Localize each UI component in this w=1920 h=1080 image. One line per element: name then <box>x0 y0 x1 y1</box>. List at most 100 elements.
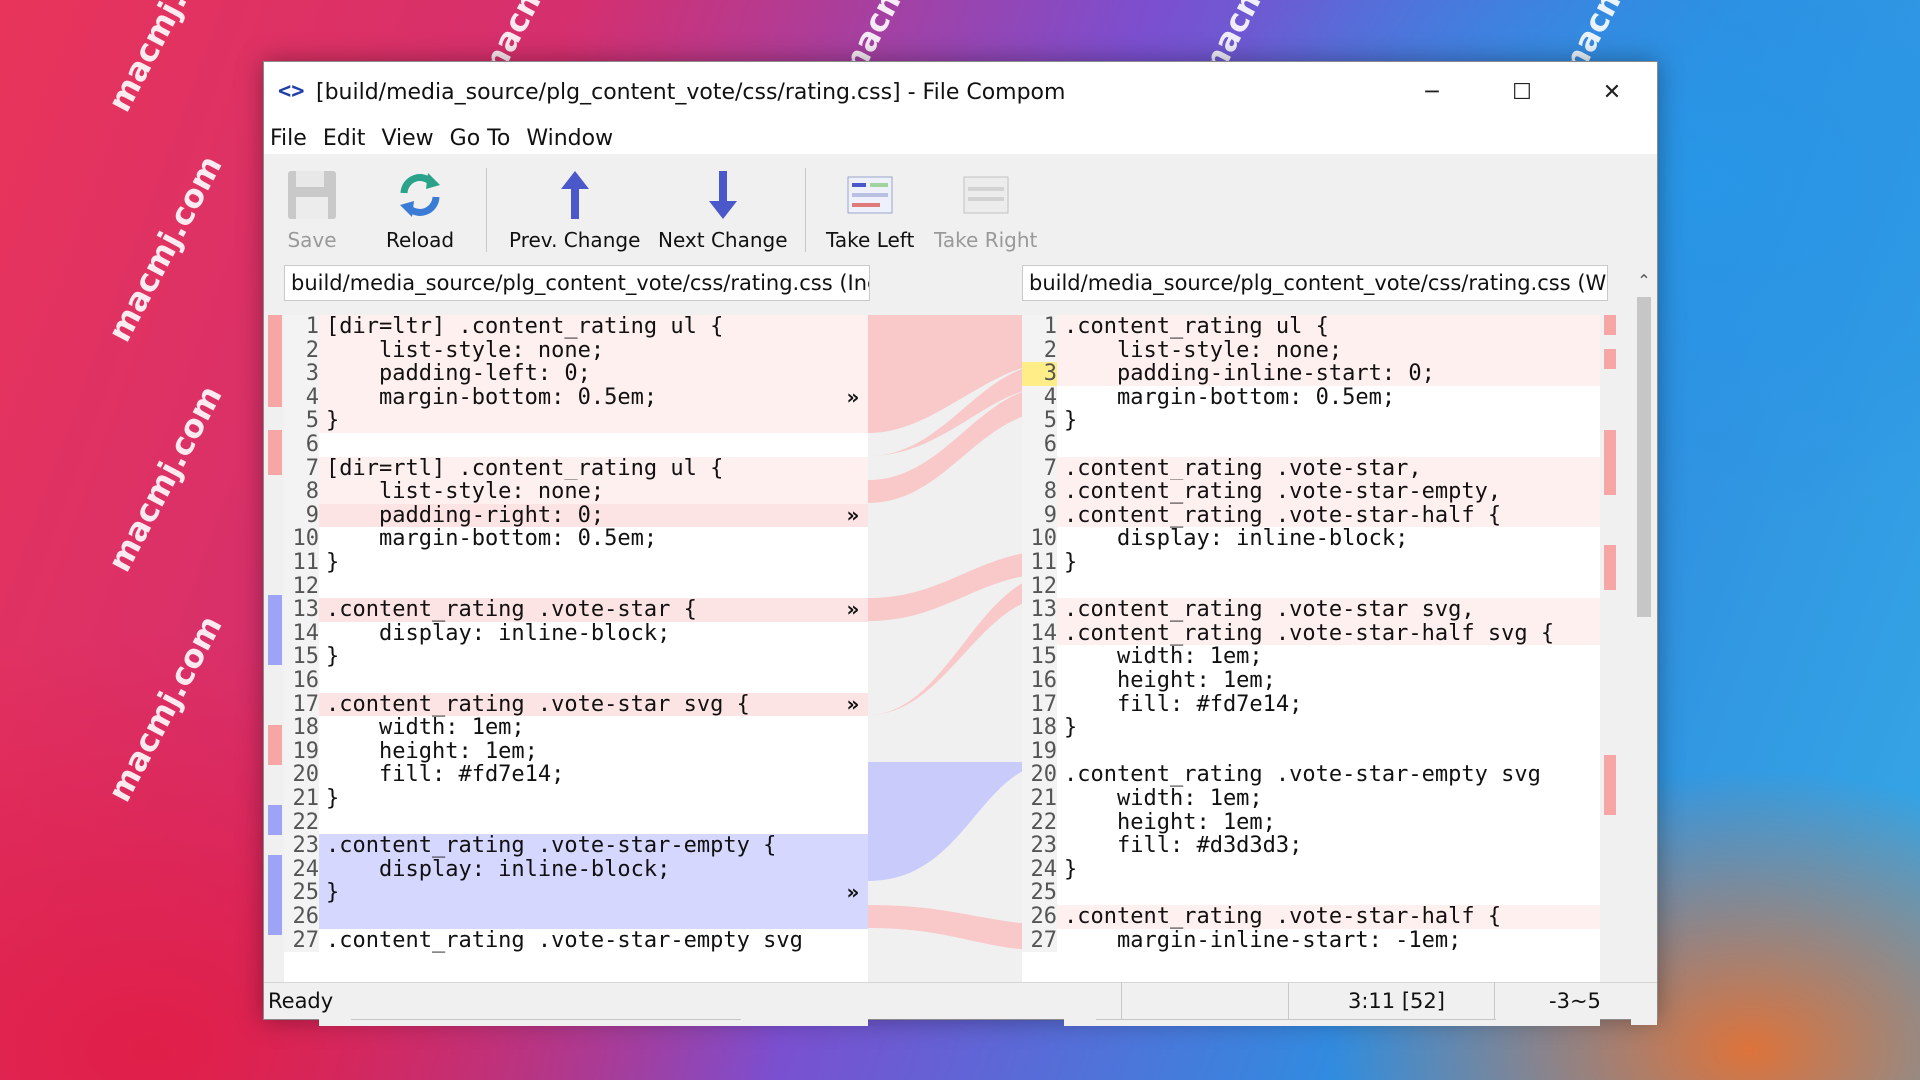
save-button[interactable]: Save <box>282 166 342 256</box>
right-code-line[interactable]: 13 .content_rating .vote-star svg, <box>1022 598 1600 622</box>
next-change-button[interactable]: Next Change <box>658 166 788 256</box>
right-code-line[interactable]: 25 <box>1022 881 1600 905</box>
status-bar: Ready 3:11 [52] -3~5 <box>264 982 1657 1019</box>
menu-file[interactable]: File <box>270 126 307 151</box>
right-code-line[interactable]: 20 .content_rating .vote-star-empty svg <box>1022 763 1600 787</box>
right-code-line[interactable]: 6 <box>1022 433 1600 457</box>
right-code-line[interactable]: 26 .content_rating .vote-star-half { <box>1022 905 1600 929</box>
right-code-line[interactable]: 14 .content_rating .vote-star-half svg { <box>1022 622 1600 646</box>
menu-window[interactable]: Window <box>526 126 613 151</box>
line-number: 10 <box>1022 527 1057 551</box>
left-code-line[interactable]: 17 .content_rating .vote-star svg {» <box>284 692 868 717</box>
vertical-scroll-thumb[interactable] <box>1637 297 1651 617</box>
left-code-line[interactable]: 13 .content_rating .vote-star {» <box>284 598 868 622</box>
change-count: -3~5 <box>1549 989 1601 1013</box>
right-code-line[interactable]: 27 margin-inline-start: -1em; <box>1022 928 1600 953</box>
take-right-button[interactable]: Take Right <box>934 166 1037 256</box>
vertical-scrollbar[interactable]: ⌃ ⌄ <box>1631 265 1657 1025</box>
take-change-button[interactable]: » <box>838 881 868 905</box>
line-number: 3 <box>1022 362 1057 386</box>
code-text: .content_rating .vote-star { <box>326 597 697 623</box>
line-number: 5 <box>284 409 319 433</box>
scroll-up-icon[interactable]: ⌃ <box>1631 271 1657 290</box>
take-left-button[interactable]: Take Left <box>826 166 914 256</box>
left-code-line[interactable]: 16 <box>284 669 868 693</box>
right-code-line[interactable]: 24} <box>1022 858 1600 882</box>
right-code-line[interactable]: 12 <box>1022 574 1600 599</box>
right-code-line[interactable]: 21 width: 1em; <box>1022 787 1600 811</box>
code-text: height: 1em; <box>1064 809 1276 835</box>
reload-label: Reload <box>386 228 455 252</box>
left-code-line[interactable]: 22 <box>284 810 868 835</box>
right-code-line[interactable]: 2 list-style: none; <box>1022 338 1600 363</box>
left-code-line[interactable]: 24 display: inline-block; <box>284 858 868 882</box>
right-code-line[interactable]: 19 <box>1022 740 1600 764</box>
take-left-label: Take Left <box>826 228 915 252</box>
right-code-line[interactable]: 5} <box>1022 409 1600 433</box>
menu-edit[interactable]: Edit <box>323 126 366 151</box>
take-change-button[interactable]: » <box>838 692 868 717</box>
left-code-line[interactable]: 2 list-style: none; <box>284 338 868 363</box>
minimize-button[interactable]: ─ <box>1387 62 1477 122</box>
left-file-path[interactable]: build/media_source/plg_content_vote/css/… <box>284 265 870 301</box>
line-number: 7 <box>1022 456 1057 481</box>
code-text: display: inline-block; <box>1064 526 1409 552</box>
maximize-button[interactable]: ☐ <box>1477 62 1567 122</box>
left-code-line[interactable]: 1 [dir=ltr] .content_rating ul { <box>284 315 868 339</box>
left-code-line[interactable]: 9 padding-right: 0; » <box>284 503 868 528</box>
left-code-pane[interactable]: 1 [dir=ltr] .content_rating ul {2 list-st… <box>284 315 868 987</box>
reload-button[interactable]: Reload <box>386 166 454 256</box>
right-code-line[interactable]: 7 .content_rating .vote-star, <box>1022 456 1600 481</box>
left-code-line[interactable]: 7 [dir=rtl] .content_rating ul { <box>284 456 868 481</box>
right-file-path[interactable]: build/media_source/plg_content_vote/css/… <box>1022 265 1608 301</box>
left-code-line[interactable]: 21} <box>284 787 868 811</box>
take-change-button[interactable]: » <box>838 598 868 622</box>
menu-go-to[interactable]: Go To <box>450 126 511 151</box>
right-change-map[interactable] <box>1602 315 1618 987</box>
left-code-line[interactable]: 23 .content_rating .vote-star-empty { <box>284 834 868 858</box>
right-code-line[interactable]: 23 fill: #d3d3d3; <box>1022 834 1600 858</box>
left-code-line[interactable]: 27 .content_rating .vote-star-empty svg <box>284 928 868 953</box>
code-text: padding-left: 0; <box>326 361 591 387</box>
left-code-line[interactable]: 6 <box>284 433 868 457</box>
close-button[interactable]: ✕ <box>1567 62 1657 122</box>
right-code-line[interactable]: 18} <box>1022 716 1600 740</box>
left-code-line[interactable]: 12 <box>284 574 868 599</box>
line-number: 23 <box>284 834 319 858</box>
right-code-line[interactable]: 16 height: 1em; <box>1022 669 1600 693</box>
take-change-button[interactable]: » <box>838 503 868 528</box>
right-code-line[interactable]: 9 .content_rating .vote-star-half { <box>1022 504 1600 528</box>
left-code-line[interactable]: 11} <box>284 551 868 575</box>
left-code-line[interactable]: 20 fill: #fd7e14; <box>284 763 868 787</box>
right-code-pane[interactable]: 1 .content_rating ul {2 list-style: none;… <box>1022 315 1600 987</box>
left-code-line[interactable]: 14 display: inline-block; <box>284 622 868 646</box>
right-code-line[interactable]: 22 height: 1em; <box>1022 809 1600 835</box>
right-code-line[interactable]: 1 .content_rating ul { <box>1022 315 1600 339</box>
right-code-line[interactable]: 17 fill: #fd7e14; <box>1022 692 1600 717</box>
change-marker <box>1604 349 1616 369</box>
left-code-line[interactable]: 19 height: 1em; <box>284 740 868 764</box>
left-code-line[interactable]: 15} <box>284 645 868 669</box>
left-change-map[interactable] <box>264 315 284 987</box>
line-number: 20 <box>1022 763 1057 787</box>
take-right-icon <box>956 166 1016 224</box>
right-code-line[interactable]: 15 width: 1em; <box>1022 645 1600 669</box>
right-code-line[interactable]: 3 padding-inline-start: 0; <box>1022 362 1600 386</box>
left-code-line[interactable]: 25} » <box>284 881 868 905</box>
left-code-line[interactable]: 26 <box>284 905 868 929</box>
prev-change-button[interactable]: Prev. Change <box>509 166 640 256</box>
right-code-line[interactable]: 10 display: inline-block; <box>1022 527 1600 551</box>
left-code-line[interactable]: 5} <box>284 409 868 433</box>
left-code-line[interactable]: 10 margin-bottom: 0.5em; <box>284 527 868 551</box>
left-code-line[interactable]: 8 list-style: none; <box>284 480 868 504</box>
menu-view[interactable]: View <box>381 126 433 151</box>
right-code-line[interactable]: 11} <box>1022 551 1600 575</box>
left-code-line[interactable]: 4 margin-bottom: 0.5em; » <box>284 385 868 410</box>
line-number: 19 <box>284 740 319 764</box>
take-change-button[interactable]: » <box>838 385 868 410</box>
right-code-line[interactable]: 4 margin-bottom: 0.5em; <box>1022 386 1600 410</box>
line-number: 20 <box>284 763 319 787</box>
left-code-line[interactable]: 18 width: 1em; <box>284 716 868 740</box>
right-code-line[interactable]: 8 .content_rating .vote-star-empty, <box>1022 480 1600 504</box>
left-code-line[interactable]: 3 padding-left: 0; <box>284 362 868 386</box>
